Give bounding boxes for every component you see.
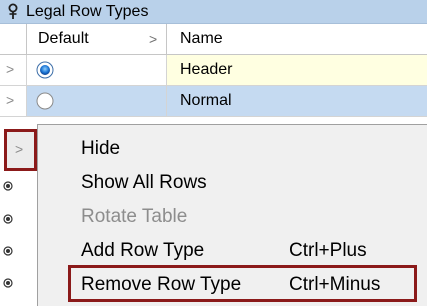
header-row-selector[interactable] — [0, 24, 27, 54]
table-row-normal[interactable]: > Normal — [0, 86, 427, 117]
name-cell[interactable]: Normal — [167, 86, 427, 116]
table-row-header[interactable]: > Header — [0, 55, 427, 86]
column-header-name-label[interactable]: Name — [180, 30, 223, 48]
row-name-text: Header — [180, 61, 233, 78]
pin-icon[interactable] — [6, 3, 20, 21]
default-cell[interactable] — [27, 86, 167, 116]
radio-selected-icon[interactable] — [36, 61, 54, 79]
panel-title-bar: Legal Row Types — [0, 0, 427, 24]
name-cell[interactable]: Header — [167, 55, 427, 85]
menu-item-label: Hide — [81, 138, 121, 159]
radio-icon[interactable] — [3, 246, 13, 256]
legal-row-types-panel: Legal Row Types Default > Name > Header … — [0, 0, 427, 306]
chevron-right-icon: > — [6, 61, 15, 77]
context-menu: Hide Show All Rows Rotate Table Add Row … — [37, 124, 427, 306]
row-name-text: Normal — [180, 92, 232, 109]
grid-header: Default > Name — [0, 24, 427, 55]
row-selector[interactable]: > — [0, 55, 27, 85]
menu-item-label: Show All Rows — [81, 172, 207, 193]
menu-item-label: Add Row Type — [81, 240, 205, 261]
menu-item-shortcut: Ctrl+Plus — [289, 240, 367, 261]
menu-item-remove-row-type[interactable]: Remove Row Type Ctrl+Minus — [38, 267, 427, 301]
highlighted-row-selector[interactable]: > — [4, 129, 37, 171]
menu-item-add-row-type[interactable]: Add Row Type Ctrl+Plus — [38, 233, 427, 267]
menu-item-show-all-rows[interactable]: Show All Rows — [38, 165, 427, 199]
radio-icon[interactable] — [3, 181, 13, 191]
menu-item-shortcut: Ctrl+Minus — [289, 274, 381, 295]
radio-icon[interactable] — [3, 278, 13, 288]
row-selector[interactable]: > — [0, 86, 27, 116]
column-header-default[interactable]: Default > — [27, 24, 167, 54]
default-cell[interactable] — [27, 55, 167, 85]
radio-icon[interactable] — [3, 214, 13, 224]
chevron-right-icon: > — [15, 141, 24, 157]
chevron-right-icon[interactable]: > — [149, 32, 157, 46]
column-header-default-label: Default — [38, 30, 89, 47]
panel-title: Legal Row Types — [26, 3, 149, 20]
menu-item-label: Rotate Table — [81, 206, 188, 227]
menu-item-label: Remove Row Type — [81, 274, 242, 295]
menu-item-hide[interactable]: Hide — [38, 131, 427, 165]
menu-item-rotate-table: Rotate Table — [38, 199, 427, 233]
radio-unselected-icon[interactable] — [36, 92, 54, 110]
chevron-right-icon: > — [6, 92, 15, 108]
